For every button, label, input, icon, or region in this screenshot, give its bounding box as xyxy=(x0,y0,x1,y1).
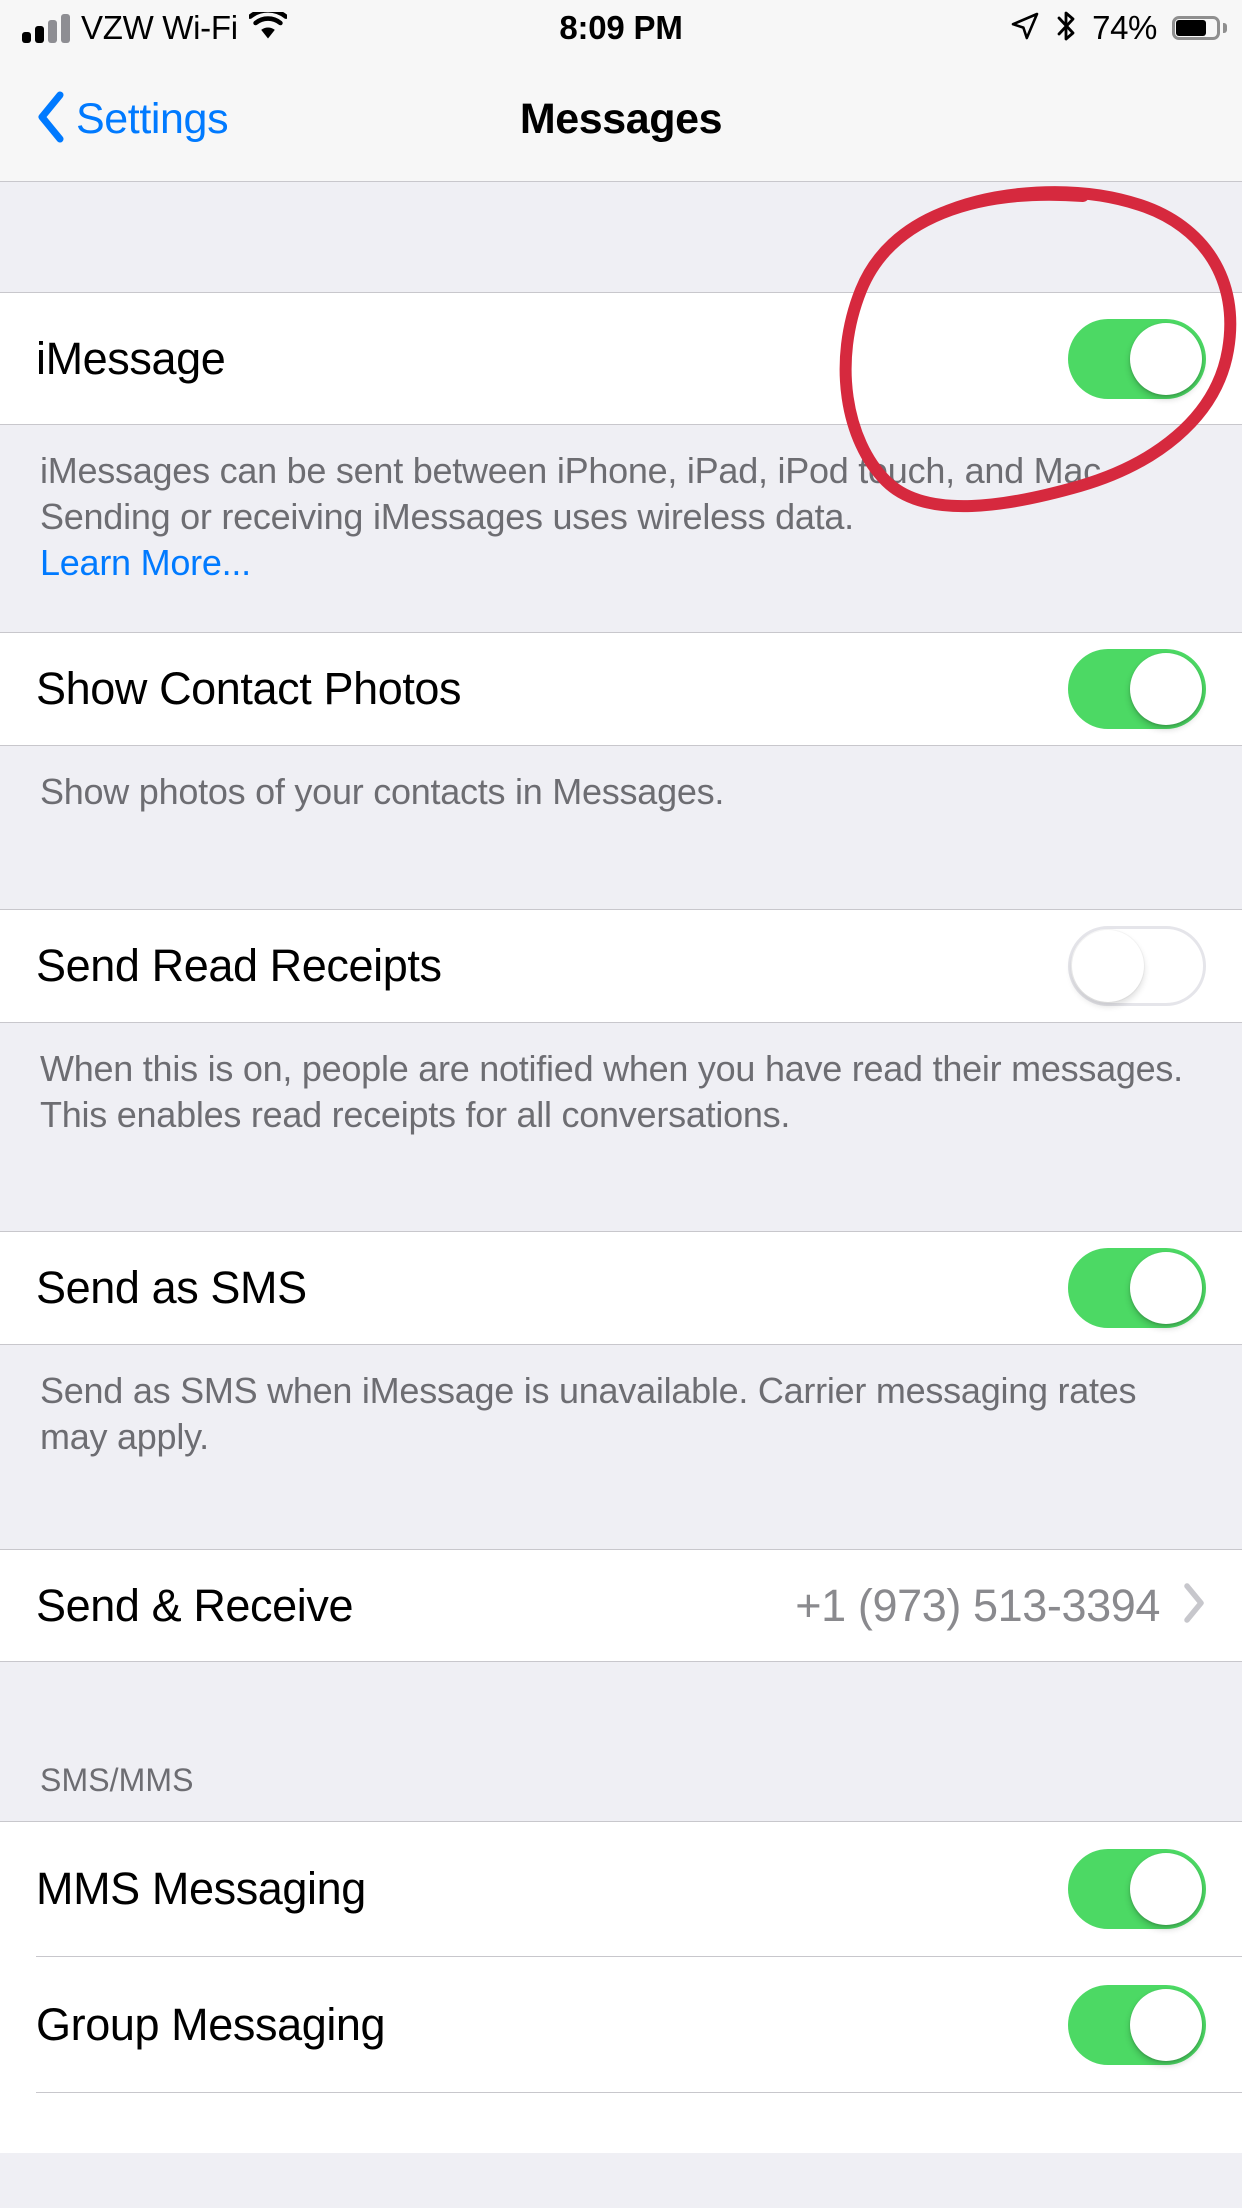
row-label-imessage: iMessage xyxy=(36,332,226,384)
row-label-group-messaging: Group Messaging xyxy=(36,1999,386,2050)
section-gap-1 xyxy=(0,581,1242,633)
footer-text-imessage: iMessages can be sent between iPhone, iP… xyxy=(40,450,1111,538)
toggle-show-contact-photos[interactable] xyxy=(1068,649,1206,729)
footer-send-as-sms: Send as SMS when iMessage is unavailable… xyxy=(0,1344,1242,1502)
settings-table: iMessage iMessages can be sent between i… xyxy=(0,182,1242,2153)
row-partial-next xyxy=(0,2093,1242,2153)
footer-text-send-read-receipts: When this is on, people are notified whe… xyxy=(40,1048,1183,1136)
bluetooth-icon xyxy=(1055,10,1077,47)
footer-imessage: iMessages can be sent between iPhone, iP… xyxy=(0,424,1242,583)
row-imessage[interactable]: iMessage xyxy=(0,293,1242,424)
group-header-sms-mms: SMS/MMS xyxy=(0,1661,1242,1821)
toggle-send-as-sms[interactable] xyxy=(1068,1248,1206,1328)
footer-show-contact-photos: Show photos of your contacts in Messages… xyxy=(0,745,1242,858)
table-top-gap xyxy=(0,182,1242,293)
row-show-contact-photos[interactable]: Show Contact Photos xyxy=(0,633,1242,745)
toggle-imessage[interactable] xyxy=(1068,318,1206,399)
toggle-group-messaging[interactable] xyxy=(1068,1985,1206,2065)
row-label-show-contact-photos: Show Contact Photos xyxy=(36,663,462,714)
row-send-and-receive[interactable]: Send & Receive +1 (973) 513-3394 xyxy=(0,1550,1242,1661)
page-title: Messages xyxy=(519,94,723,143)
footer-text-send-as-sms: Send as SMS when iMessage is unavailable… xyxy=(40,1370,1137,1458)
clock-label: 8:09 PM xyxy=(559,9,683,46)
footer-text-show-contact-photos: Show photos of your contacts in Messages… xyxy=(40,771,725,812)
row-group-messaging[interactable]: Group Messaging xyxy=(0,1957,1242,2093)
status-bar-right: 74% xyxy=(1010,0,1227,56)
row-label-send-as-sms: Send as SMS xyxy=(36,1262,307,1313)
group-header-label-sms-mms: SMS/MMS xyxy=(40,1762,194,1798)
learn-more-link[interactable]: Learn More... xyxy=(40,542,251,583)
battery-icon xyxy=(1172,16,1227,40)
row-label-mms-messaging: MMS Messaging xyxy=(36,1863,366,1914)
row-send-read-receipts[interactable]: Send Read Receipts xyxy=(0,910,1242,1022)
iphone-screen: VZW Wi-Fi 8:09 PM 74% Settings Messages … xyxy=(0,0,1242,2208)
row-label-send-and-receive: Send & Receive xyxy=(36,1579,354,1631)
location-arrow-icon xyxy=(1010,11,1040,46)
footer-send-read-receipts: When this is on, people are notified whe… xyxy=(0,1022,1242,1182)
row-mms-messaging[interactable]: MMS Messaging xyxy=(0,1821,1242,1957)
section-gap-3 xyxy=(0,1182,1242,1232)
toggle-send-read-receipts[interactable] xyxy=(1068,926,1206,1006)
row-label-send-read-receipts: Send Read Receipts xyxy=(36,940,442,991)
toggle-mms-messaging[interactable] xyxy=(1068,1849,1206,1929)
row-value-phone-number: +1 (973) 513-3394 xyxy=(795,1579,1160,1631)
section-gap-2 xyxy=(0,858,1242,910)
section-gap-4 xyxy=(0,1502,1242,1550)
navigation-bar: Settings Messages xyxy=(0,56,1242,182)
row-send-as-sms[interactable]: Send as SMS xyxy=(0,1232,1242,1344)
chevron-right-icon xyxy=(1182,1582,1206,1629)
battery-percent-label: 74% xyxy=(1092,9,1157,46)
status-bar: VZW Wi-Fi 8:09 PM 74% xyxy=(0,0,1242,56)
